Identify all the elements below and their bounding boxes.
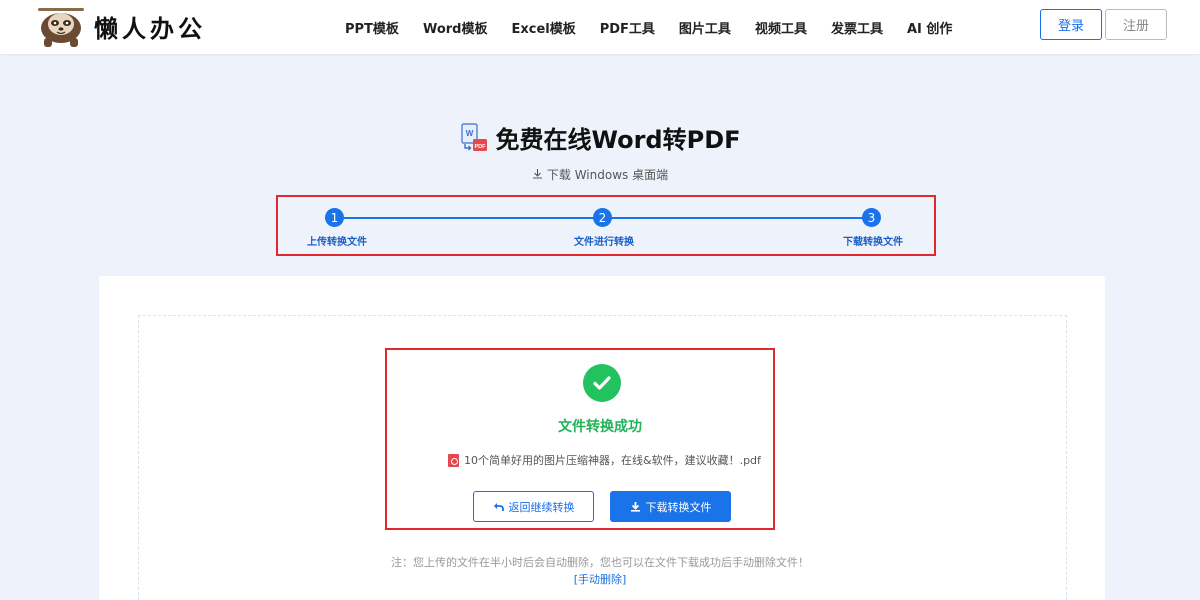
auto-delete-note: 注：您上传的文件在半小时后会自动删除，您也可以在文件下载成功后手动删除文件！ <box>391 556 809 569</box>
site-logo[interactable]: 懒人办公 <box>36 4 206 48</box>
step-1-label: 上传转换文件 <box>307 237 367 248</box>
nav-ai-create[interactable]: AI 创作 <box>907 18 952 37</box>
download-file-button[interactable]: 下载转换文件 <box>610 491 731 522</box>
download-windows-label: 下载 Windows 桌面端 <box>546 168 669 182</box>
page-title-row: W PDF 免费在线Word转PDF <box>0 120 1200 155</box>
success-check-icon <box>583 364 621 402</box>
success-message: 文件转换成功 <box>558 419 642 435</box>
main-nav: PPT模板 Word模板 Excel模板 PDF工具 图片工具 视频工具 发票工… <box>345 0 976 54</box>
register-button[interactable]: 注册 <box>1105 9 1167 40</box>
nav-video-tools[interactable]: 视频工具 <box>755 18 807 37</box>
back-continue-button[interactable]: 返回继续转换 <box>473 491 594 522</box>
progress-steps: 1 2 3 上传转换文件 文件进行转换 下载转换文件 <box>276 195 936 256</box>
nav-image-tools[interactable]: 图片工具 <box>679 18 731 37</box>
nav-word-templates[interactable]: Word模板 <box>423 18 488 37</box>
svg-text:W: W <box>466 129 474 138</box>
nav-invoice-tools[interactable]: 发票工具 <box>831 18 883 37</box>
converted-file: 10个简单好用的图片压缩神器，在线&软件，建议收藏！.pdf <box>448 452 761 468</box>
logo-text: 懒人办公 <box>94 14 206 43</box>
step-1-circle: 1 <box>325 208 344 227</box>
step-3-circle: 3 <box>862 208 881 227</box>
download-icon <box>630 501 641 512</box>
step-2-circle: 2 <box>593 208 612 227</box>
step-2-label: 文件进行转换 <box>574 237 634 248</box>
login-button[interactable]: 登录 <box>1040 9 1102 40</box>
download-file-label: 下载转换文件 <box>645 501 712 514</box>
page-title: 免费在线Word转PDF <box>495 126 741 154</box>
converted-file-name: 10个简单好用的图片压缩神器，在线&软件，建议收藏！.pdf <box>464 454 761 467</box>
download-windows-link[interactable]: 下载 Windows 桌面端 <box>0 166 1200 183</box>
svg-text:PDF: PDF <box>475 144 487 150</box>
pdf-file-icon <box>448 453 459 467</box>
nav-excel-templates[interactable]: Excel模板 <box>511 18 575 37</box>
manual-delete-link[interactable]: [手动删除] <box>0 571 1200 587</box>
sloth-logo-icon <box>38 8 84 47</box>
top-header: 懒人办公 PPT模板 Word模板 Excel模板 PDF工具 图片工具 视频工… <box>0 0 1200 54</box>
nav-ppt-templates[interactable]: PPT模板 <box>345 18 399 37</box>
download-icon <box>532 169 542 179</box>
word-to-pdf-icon: W PDF <box>461 122 488 151</box>
nav-pdf-tools[interactable]: PDF工具 <box>600 18 655 37</box>
step-3-label: 下载转换文件 <box>843 237 903 248</box>
return-arrow-icon <box>493 502 504 512</box>
back-continue-label: 返回继续转换 <box>508 501 575 514</box>
